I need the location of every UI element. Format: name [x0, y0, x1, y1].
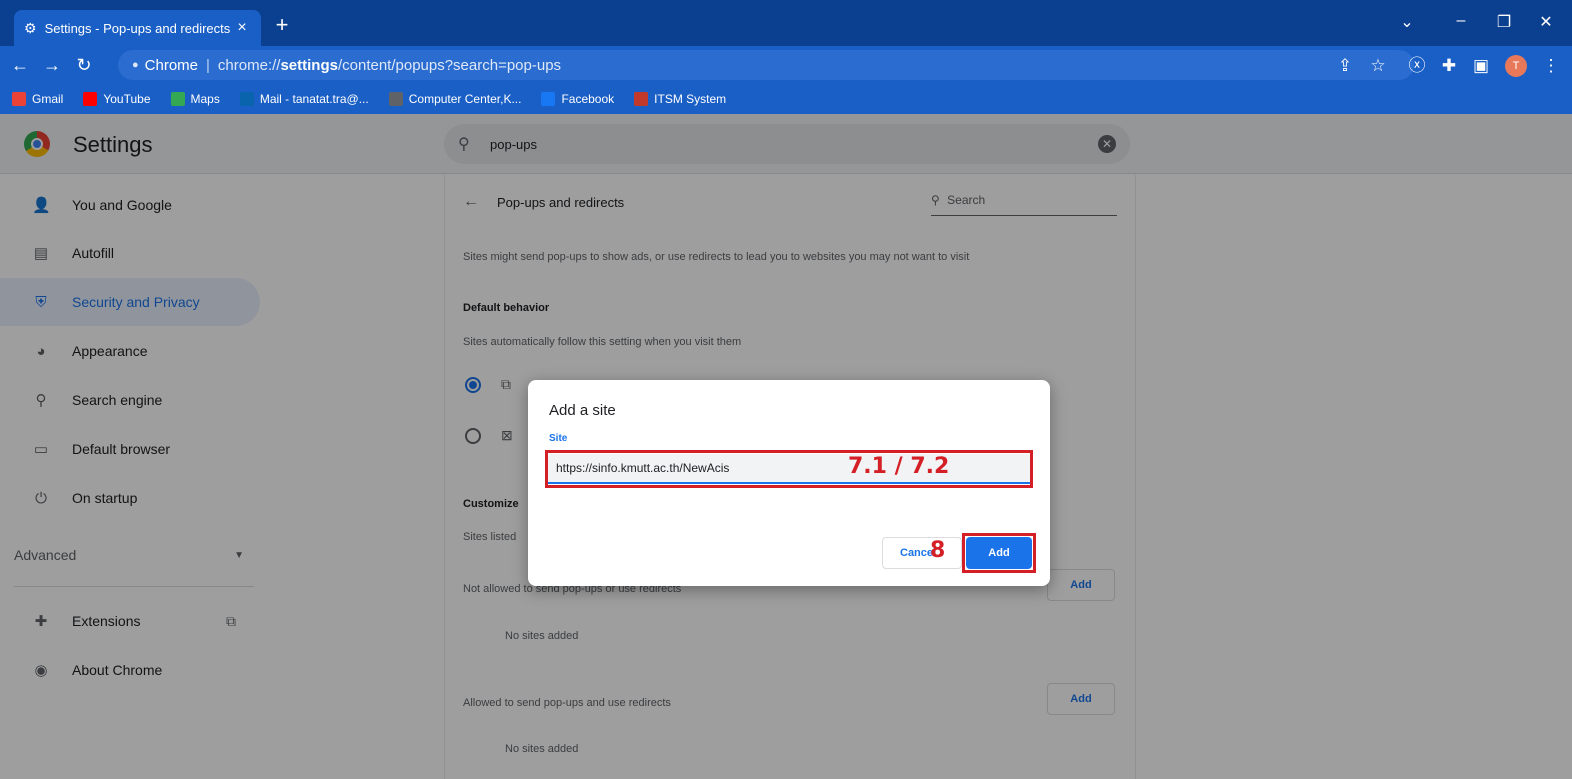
new-tab-button[interactable]: + [270, 14, 294, 36]
restore-icon[interactable]: ❐ [1489, 12, 1519, 32]
bookmarks-bar: Gmail YouTube Maps Mail - tanatat.tra@... Co… [0, 84, 1572, 114]
annotation-input-box [545, 450, 1033, 488]
forward-icon[interactable]: → [40, 53, 64, 77]
dialog-title: Add a site [549, 402, 616, 419]
extensions-icon[interactable]: ✚ [1438, 55, 1460, 77]
itsm-icon [634, 92, 649, 106]
tab-title: Settings - Pop-ups and redirects [44, 20, 231, 36]
bookmark-label: ITSM System [654, 92, 727, 106]
annotation-step-7: 7.1 / 7.2 [848, 454, 950, 479]
minimize-icon[interactable]: – [1446, 12, 1476, 30]
gear-icon: ⚙ [24, 19, 37, 36]
bookmark-item[interactable]: YouTube [83, 92, 151, 106]
add-site-dialog: Add a site Site 7.1 / 7.2 Cancel 8 Add [528, 380, 1050, 586]
extension-x-icon[interactable]: ⓧ [1406, 55, 1428, 77]
close-window-icon[interactable]: ✕ [1531, 12, 1561, 32]
close-tab-button[interactable]: × [233, 19, 251, 37]
annotation-add-box [962, 533, 1036, 573]
tab-search-icon[interactable]: ⌄ [1392, 12, 1422, 32]
tab-settings[interactable]: ⚙ Settings - Pop-ups and redirects × [14, 10, 261, 46]
bookmark-label: Maps [190, 92, 220, 106]
bookmark-item[interactable]: Maps [170, 92, 220, 106]
cancel-button[interactable]: Cancel [882, 537, 962, 569]
gmail-icon [12, 92, 26, 106]
globe-icon [388, 92, 403, 106]
bookmark-star-icon[interactable]: ☆ [1367, 55, 1389, 77]
outlook-icon [239, 92, 254, 106]
bookmark-item[interactable]: Mail - tanatat.tra@... [239, 92, 369, 106]
bookmark-label: Facebook [561, 92, 615, 106]
back-icon[interactable]: ← [8, 53, 32, 77]
url-bold: settings [280, 56, 338, 74]
browser-toolbar: ← → ↻ ● Chrome | chrome://settings/conte… [0, 46, 1572, 84]
facebook-icon [541, 92, 556, 106]
maps-icon [170, 92, 185, 106]
side-panel-icon[interactable]: ▣ [1470, 55, 1492, 77]
url-separator: | [206, 56, 210, 74]
bookmark-label: Computer Center,K... [408, 92, 522, 106]
url-origin: Chrome [144, 56, 199, 74]
bookmark-item[interactable]: Gmail [12, 92, 63, 106]
bookmark-item[interactable]: Computer Center,K... [388, 92, 522, 106]
avatar[interactable]: T [1505, 55, 1527, 77]
bookmark-item[interactable]: ITSM System [634, 92, 726, 106]
url-rest: /content/popups?search=pop-ups [337, 56, 562, 74]
bookmark-label: Mail - tanatat.tra@... [259, 92, 369, 106]
reload-icon[interactable]: ↻ [72, 53, 96, 77]
address-bar[interactable]: ● Chrome | chrome://settings/content/pop… [118, 50, 1414, 80]
bookmark-label: YouTube [103, 92, 151, 106]
youtube-icon [83, 92, 98, 106]
annotation-step-8: 8 [930, 538, 946, 563]
bookmark-item[interactable]: Facebook [541, 92, 614, 106]
bookmark-label: Gmail [32, 92, 64, 106]
chrome-site-icon: ● [132, 59, 139, 71]
share-icon[interactable]: ⇪ [1334, 55, 1356, 77]
browser-titlebar: ⚙ Settings - Pop-ups and redirects × + ⌄… [0, 0, 1572, 46]
url-prefix: chrome:// [217, 56, 281, 74]
site-field-label: Site [549, 433, 568, 444]
menu-icon[interactable]: ⋮ [1540, 55, 1562, 77]
